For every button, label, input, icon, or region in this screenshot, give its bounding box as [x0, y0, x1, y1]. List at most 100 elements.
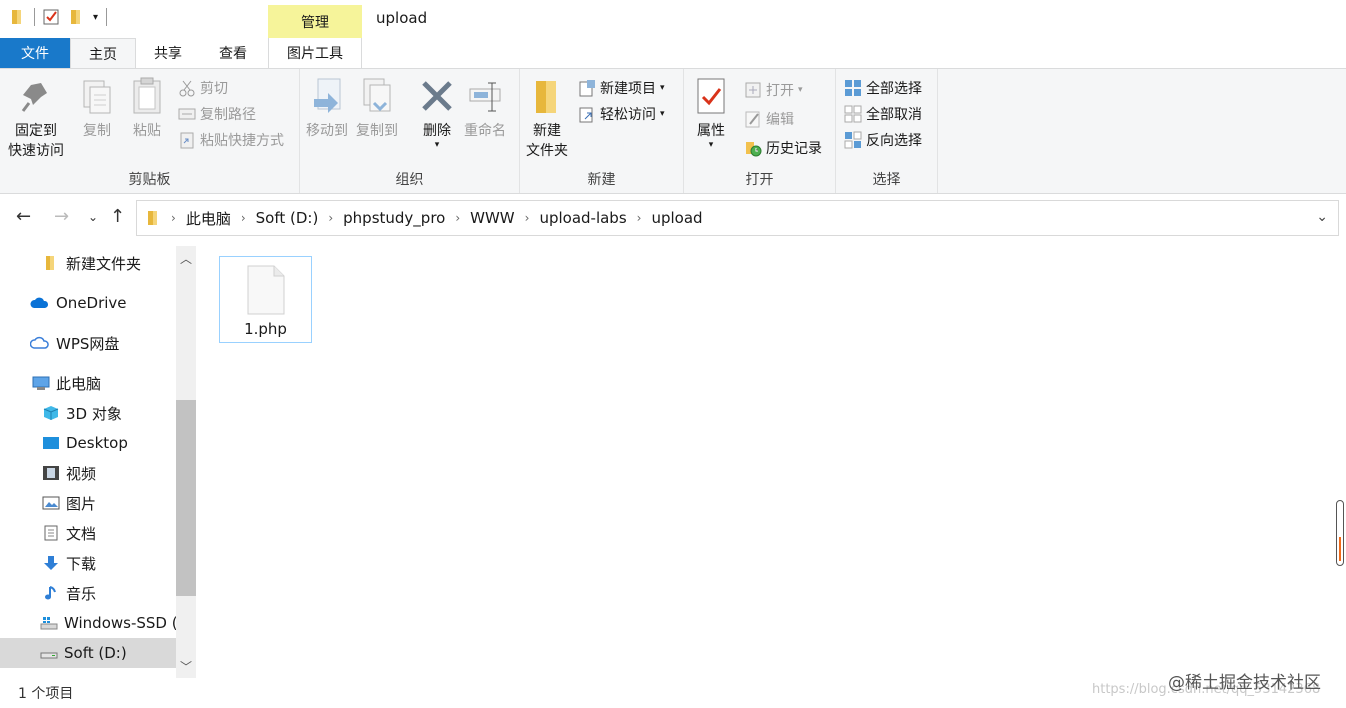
new-item-label: 新建项目 — [600, 81, 656, 97]
nav-item-label: 下载 — [66, 554, 97, 573]
paste-shortcut-button[interactable]: 粘贴快捷方式 — [178, 129, 284, 151]
scroll-up-chevron-icon[interactable]: ︿ — [180, 250, 192, 267]
new-folder-button[interactable]: 新建 文件夹 — [526, 77, 568, 161]
history-button[interactable]: 历史记录 — [744, 137, 822, 159]
pin-to-quick-access-button[interactable]: 固定到 快速访问 — [8, 77, 64, 161]
new-folder-icon[interactable] — [69, 8, 85, 26]
breadcrumb-phpstudy-pro[interactable]: phpstudy_pro — [343, 209, 445, 227]
breadcrumb-this-pc[interactable]: 此电脑 — [186, 208, 231, 229]
delete-label: 删除 — [423, 123, 451, 139]
pin-label-line1: 固定到 — [15, 123, 57, 139]
nav-item-downloads[interactable]: 下载 — [42, 548, 96, 578]
cut-label: 剪切 — [200, 81, 228, 97]
tab-file[interactable]: 文件 — [0, 38, 70, 68]
cloud-outline-icon — [29, 335, 50, 351]
nav-item-label: 此电脑 — [56, 374, 102, 393]
side-scroll-indicator[interactable] — [1336, 500, 1344, 566]
breadcrumb-www[interactable]: WWW — [470, 209, 515, 227]
select-none-icon — [844, 105, 862, 123]
copy-to-button[interactable]: 复制到 — [356, 77, 398, 141]
nav-item-pictures[interactable]: 图片 — [42, 488, 96, 518]
recent-locations-chevron-icon[interactable]: ⌄ — [88, 210, 98, 224]
copy-button[interactable]: 复制 — [80, 77, 114, 141]
breadcrumb-soft-d[interactable]: Soft (D:) — [256, 209, 319, 227]
edit-button[interactable]: 编辑 — [744, 108, 794, 130]
paste-button[interactable]: 粘贴 — [130, 77, 164, 141]
easy-access-dropdown-icon[interactable]: ▾ — [660, 109, 665, 119]
scissors-icon — [178, 79, 196, 97]
nav-item-music[interactable]: 音乐 — [42, 578, 96, 608]
nav-item-soft-d[interactable]: Soft (D:) — [0, 638, 176, 668]
breadcrumb-chevron-icon[interactable]: › — [241, 211, 246, 225]
folder-icon[interactable] — [10, 8, 26, 26]
select-none-label: 全部取消 — [866, 107, 922, 123]
delete-button[interactable]: 删除 ▾ — [420, 77, 454, 150]
invert-selection-button[interactable]: 反向选择 — [844, 129, 922, 151]
cloud-icon — [30, 295, 50, 311]
properties-dropdown-icon[interactable]: ▾ — [709, 141, 714, 150]
nav-item-wps-drive[interactable]: WPS网盘 — [29, 328, 119, 358]
breadcrumb-upload-labs[interactable]: upload-labs — [539, 209, 626, 227]
back-arrow-icon[interactable]: ← — [16, 206, 31, 227]
nav-item-3d-objects[interactable]: 3D 对象 — [42, 398, 122, 428]
breadcrumb-chevron-icon[interactable]: › — [171, 211, 176, 225]
new-group: 新建 文件夹 新建项目 ▾ 轻松访问 ▾ 新建 — [520, 69, 684, 193]
tab-manage[interactable]: 管理 — [268, 5, 362, 38]
breadcrumb-upload[interactable]: upload — [651, 209, 702, 227]
properties-icon[interactable] — [43, 8, 59, 26]
edit-label: 编辑 — [766, 112, 794, 128]
nav-item-desktop[interactable]: Desktop — [42, 428, 128, 458]
open-button[interactable]: 打开 ▾ — [744, 79, 803, 101]
properties-button[interactable]: 属性 ▾ — [694, 77, 728, 150]
history-label: 历史记录 — [766, 141, 822, 157]
easy-access-button[interactable]: 轻松访问 ▾ — [578, 103, 665, 125]
nav-item-this-pc[interactable]: 此电脑 — [32, 368, 101, 398]
open-label: 打开 — [766, 83, 794, 99]
new-group-label: 新建 — [587, 172, 616, 188]
breadcrumb-chevron-icon[interactable]: › — [637, 211, 642, 225]
customize-toolbar-dropdown-icon[interactable]: ▾ — [93, 12, 98, 23]
tab-picture-tools[interactable]: 图片工具 — [268, 38, 362, 68]
breadcrumb-chevron-icon[interactable]: › — [455, 211, 460, 225]
scrollbar-thumb[interactable] — [176, 400, 196, 596]
open-dropdown-icon[interactable]: ▾ — [798, 85, 803, 95]
tab-view[interactable]: 查看 — [200, 38, 266, 68]
address-bar[interactable]: › 此电脑 › Soft (D:) › phpstudy_pro › WWW ›… — [136, 200, 1339, 236]
copy-path-button[interactable]: 复制路径 — [178, 103, 256, 125]
organize-group-label: 组织 — [395, 172, 424, 188]
move-to-label: 移动到 — [306, 123, 348, 139]
up-arrow-icon[interactable]: ↑ — [110, 206, 125, 227]
move-to-button[interactable]: 移动到 — [306, 77, 348, 141]
nav-item-label: 3D 对象 — [66, 404, 122, 423]
navigation-pane-scrollbar[interactable]: ︿ ﹀ — [176, 246, 196, 678]
window-title: upload — [376, 9, 428, 27]
properties-label: 属性 — [697, 123, 725, 139]
file-item[interactable]: 1.php — [219, 256, 312, 343]
clipboard-icon — [130, 77, 164, 117]
new-item-button[interactable]: 新建项目 ▾ — [578, 77, 665, 99]
computer-icon — [32, 375, 50, 391]
breadcrumb-chevron-icon[interactable]: › — [328, 211, 333, 225]
scroll-down-chevron-icon[interactable]: ﹀ — [180, 658, 192, 675]
address-dropdown-icon[interactable]: ⌄ — [1316, 209, 1328, 225]
nav-item-windows-ssd[interactable]: Windows-SSD ( — [40, 608, 178, 638]
nav-item-new-folder[interactable]: 新建文件夹 — [42, 248, 141, 278]
new-item-dropdown-icon[interactable]: ▾ — [660, 83, 665, 93]
invert-selection-icon — [844, 131, 862, 149]
easy-access-label: 轻松访问 — [600, 107, 656, 123]
nav-item-onedrive[interactable]: OneDrive — [30, 288, 127, 318]
cut-button[interactable]: 剪切 — [178, 77, 228, 99]
delete-dropdown-icon[interactable]: ▾ — [435, 141, 440, 150]
edit-pencil-icon — [744, 110, 762, 128]
forward-arrow-icon[interactable]: → — [54, 206, 69, 227]
nav-item-videos[interactable]: 视频 — [42, 458, 96, 488]
file-name: 1.php — [244, 320, 287, 338]
document-icon — [42, 525, 60, 541]
select-none-button[interactable]: 全部取消 — [844, 103, 922, 125]
select-all-button[interactable]: 全部选择 — [844, 77, 922, 99]
breadcrumb-chevron-icon[interactable]: › — [525, 211, 530, 225]
rename-button[interactable]: 重命名 — [464, 77, 506, 141]
nav-item-documents[interactable]: 文档 — [42, 518, 96, 548]
tab-share[interactable]: 共享 — [136, 38, 200, 68]
tab-home[interactable]: 主页 — [70, 38, 136, 68]
